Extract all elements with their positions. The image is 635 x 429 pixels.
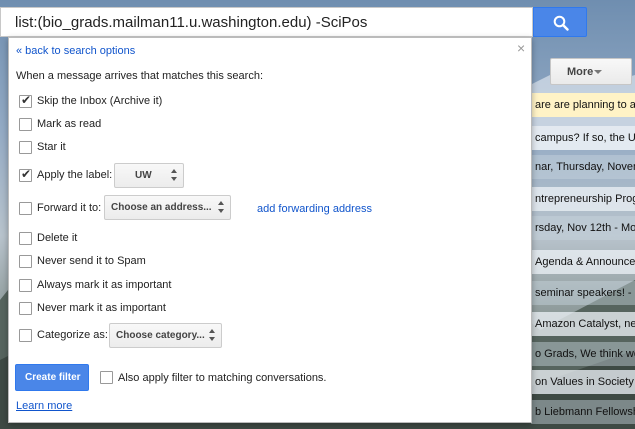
delete-checkbox[interactable] <box>19 231 32 245</box>
never-spam-label: Never send it to Spam <box>37 255 146 267</box>
select-arrows-icon <box>209 329 216 342</box>
skip-inbox-label: Skip the Inbox (Archive it) <box>37 95 163 107</box>
learn-more-link[interactable]: Learn more <box>16 400 72 412</box>
list-item[interactable]: Amazon Catalyst, ne <box>531 312 635 336</box>
label-select-value: UW <box>135 170 152 181</box>
search-query-text: list:(bio_grads.mailman11.u.washington.e… <box>15 14 368 31</box>
list-item-subject: ntrepreneurship Progr <box>535 193 635 205</box>
categorize-label: Categorize as: <box>37 329 108 341</box>
mark-read-label: Mark as read <box>37 118 102 130</box>
delete-option[interactable]: Delete it <box>19 230 77 246</box>
create-filter-label: Create filter <box>25 372 81 383</box>
always-important-label: Always mark it as important <box>37 279 172 291</box>
list-item-subject: b Liebmann Fellowsh <box>535 406 635 418</box>
never-spam-checkbox[interactable] <box>19 254 32 268</box>
forward-label: Forward it to: <box>37 202 102 214</box>
list-item-subject: seminar speakers! - H <box>535 287 635 299</box>
list-item[interactable]: on Values in Society <box>531 370 635 394</box>
category-select-value: Choose category... <box>116 330 205 341</box>
mail-list: are are planning to at campus? If so, th… <box>531 93 635 429</box>
create-filter-button[interactable]: Create filter <box>15 364 89 391</box>
forward-checkbox[interactable] <box>19 201 32 215</box>
search-icon <box>553 15 569 31</box>
list-item[interactable]: o Grads, We think we <box>531 342 635 366</box>
label-select[interactable]: UW <box>114 163 184 188</box>
never-important-checkbox[interactable] <box>19 301 32 315</box>
filter-dialog: « back to search options × When a messag… <box>8 37 532 423</box>
list-item[interactable]: rsday, Nov 12th - Mo <box>531 216 635 240</box>
also-apply-checkbox[interactable] <box>100 371 113 384</box>
apply-label-option[interactable]: Apply the label: <box>19 167 112 183</box>
mark-read-checkbox[interactable] <box>19 117 32 131</box>
also-apply-label: Also apply filter to matching conversati… <box>118 371 327 384</box>
list-item-subject: Amazon Catalyst, ne <box>535 318 635 330</box>
apply-label-checkbox[interactable] <box>19 167 32 182</box>
categorize-checkbox[interactable] <box>19 328 32 342</box>
star-label: Star it <box>37 141 66 153</box>
more-button[interactable]: More <box>550 58 632 85</box>
categorize-option[interactable]: Categorize as: <box>19 327 108 343</box>
always-important-checkbox[interactable] <box>19 278 32 292</box>
list-item-subject: on Values in Society <box>535 376 634 388</box>
list-item[interactable]: are are planning to at <box>531 93 635 117</box>
also-apply-option[interactable]: Also apply filter to matching conversati… <box>100 371 327 384</box>
list-item[interactable]: campus? If so, the U <box>531 126 635 150</box>
never-important-label: Never mark it as important <box>37 302 166 314</box>
list-item-subject: nar, Thursday, Novem <box>535 161 635 173</box>
list-item[interactable]: ntrepreneurship Progr <box>531 187 635 211</box>
list-item-subject: o Grads, We think we <box>535 348 635 360</box>
back-to-search-options-link[interactable]: « back to search options <box>16 45 135 57</box>
never-important-option[interactable]: Never mark it as important <box>19 300 166 316</box>
more-label: More <box>567 66 594 78</box>
mark-read-option[interactable]: Mark as read <box>19 116 101 132</box>
always-important-option[interactable]: Always mark it as important <box>19 277 171 293</box>
list-item[interactable]: nar, Thursday, Novem <box>531 155 635 179</box>
search-button[interactable] <box>533 7 587 37</box>
list-item[interactable]: Agenda & Announce <box>531 250 635 274</box>
chevron-down-icon <box>594 70 602 74</box>
list-item-subject: Agenda & Announce <box>535 256 635 268</box>
star-option[interactable]: Star it <box>19 139 66 155</box>
category-select[interactable]: Choose category... <box>109 323 222 348</box>
forward-address-value: Choose an address... <box>111 202 212 213</box>
filter-intro-text: When a message arrives that matches this… <box>16 70 263 82</box>
list-item-subject: are are planning to at <box>535 99 635 111</box>
star-checkbox[interactable] <box>19 140 32 154</box>
skip-inbox-option[interactable]: Skip the Inbox (Archive it) <box>19 93 162 109</box>
forward-option[interactable]: Forward it to: <box>19 200 101 216</box>
list-item-subject: campus? If so, the U <box>535 132 635 144</box>
list-item-subject: rsday, Nov 12th - Mo <box>535 222 635 234</box>
never-spam-option[interactable]: Never send it to Spam <box>19 253 146 269</box>
list-item[interactable]: seminar speakers! - H <box>531 281 635 305</box>
list-item[interactable]: b Liebmann Fellowsh <box>531 400 635 424</box>
select-arrows-icon <box>218 201 225 214</box>
add-forwarding-address-link[interactable]: add forwarding address <box>257 203 372 215</box>
delete-label: Delete it <box>37 232 78 244</box>
select-arrows-icon <box>171 169 178 182</box>
search-input[interactable]: list:(bio_grads.mailman11.u.washington.e… <box>0 7 533 37</box>
close-icon[interactable]: × <box>517 40 525 56</box>
skip-inbox-checkbox[interactable] <box>19 93 32 108</box>
forward-address-select[interactable]: Choose an address... <box>104 195 231 220</box>
apply-label-label: Apply the label: <box>37 169 113 181</box>
